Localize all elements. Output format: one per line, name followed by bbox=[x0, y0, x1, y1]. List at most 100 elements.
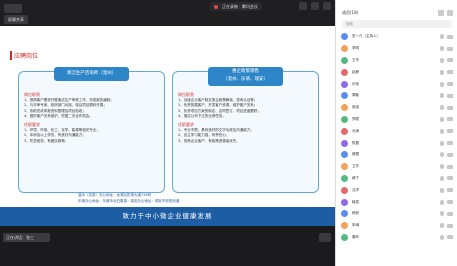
microphone-icon bbox=[440, 128, 444, 134]
panel-title: 清洁生产咨询师（温州） bbox=[54, 67, 129, 81]
participant-name: 冯涛 bbox=[352, 128, 359, 133]
participant-name: 陈晨 bbox=[352, 140, 359, 145]
speaker-indicator[interactable]: 正在讲话：张三 bbox=[3, 233, 50, 242]
avatar bbox=[341, 210, 348, 218]
participants-panel: 成员(18) 搜索 张一凡（主持人） 李明 王华 赵静 孙伟 周敏 吴强 郑丽 冯涛 陈晨 褚雪 卫东… bbox=[335, 0, 457, 266]
avatar bbox=[341, 198, 348, 206]
record-dot-icon bbox=[214, 4, 218, 9]
participant-row[interactable]: 吴强 bbox=[336, 102, 457, 114]
microphone-icon bbox=[440, 175, 444, 181]
microphone-icon bbox=[440, 34, 444, 40]
panel-title: 惠企政策销售 （温州、乐清、瑞安） bbox=[208, 67, 283, 86]
microphone-icon bbox=[440, 187, 444, 193]
participant-name: 沈洋 bbox=[352, 187, 359, 192]
camera-icon bbox=[447, 129, 453, 134]
microphone-icon bbox=[440, 234, 444, 240]
camera-icon bbox=[447, 223, 453, 228]
microphone-icon bbox=[440, 223, 444, 229]
avatar bbox=[341, 92, 348, 100]
participant-row[interactable]: 郑丽 bbox=[336, 114, 457, 126]
camera-icon bbox=[447, 176, 453, 181]
close-panel-icon[interactable] bbox=[447, 10, 453, 16]
participant-search-input[interactable]: 搜索 bbox=[342, 20, 452, 28]
avatar bbox=[341, 163, 348, 171]
back-icon[interactable] bbox=[4, 4, 22, 13]
avatar bbox=[341, 80, 348, 88]
avatar bbox=[341, 127, 348, 135]
camera-icon bbox=[447, 164, 453, 169]
avatar bbox=[341, 56, 348, 64]
window-controls bbox=[299, 2, 331, 10]
microphone-icon bbox=[440, 152, 444, 158]
panel-title-main: 惠企政策销售 bbox=[232, 69, 259, 74]
participant-row[interactable]: 赵静 bbox=[336, 66, 457, 78]
participant-row[interactable]: 蒋宁 bbox=[336, 173, 457, 185]
participant-row[interactable]: 冯涛 bbox=[336, 125, 457, 137]
address-line: 乐清办公地址：乐清市北白象镇 · 瑞安办公地址：瑞安市安阳街道 bbox=[78, 199, 180, 203]
participant-name: 吴强 bbox=[352, 105, 359, 110]
camera-icon bbox=[447, 46, 453, 51]
participant-row[interactable]: 朱琳 bbox=[336, 220, 457, 232]
participant-name: 朱琳 bbox=[352, 223, 359, 228]
microphone-icon bbox=[440, 116, 444, 122]
avatar bbox=[341, 233, 348, 241]
avatar bbox=[341, 115, 348, 123]
participant-name: 蒋宁 bbox=[352, 175, 359, 180]
camera-icon bbox=[447, 141, 453, 146]
shared-slide: 应聘岗位 清洁生产咨询师（温州） 岗位职责 1、按照客户需求开展清洁生产审核工作… bbox=[0, 26, 335, 226]
recording-indicator[interactable]: 正在录制 · 腾讯会议 bbox=[210, 2, 262, 11]
participant-name: 韩笑 bbox=[352, 199, 359, 204]
close-icon[interactable] bbox=[323, 2, 331, 10]
panel-body: 岗位职责 1、按照客户需求开展清洁生产审核工作，完成报告编制； 2、与评审专家、… bbox=[24, 90, 159, 144]
participant-row[interactable]: 周敏 bbox=[336, 90, 457, 102]
camera-icon bbox=[447, 58, 453, 63]
duty-item: 4、落实公司下达的业绩任务。 bbox=[178, 114, 226, 119]
recording-label: 正在录制 · 腾讯会议 bbox=[222, 4, 258, 9]
avatar bbox=[341, 186, 348, 194]
microphone-icon bbox=[440, 140, 444, 146]
participant-row[interactable]: 秦岭 bbox=[336, 232, 457, 244]
participant-row[interactable]: 王华 bbox=[336, 55, 457, 67]
participant-row[interactable]: 沈洋 bbox=[336, 184, 457, 196]
avatar bbox=[341, 151, 348, 159]
camera-icon bbox=[447, 82, 453, 87]
camera-icon bbox=[447, 93, 453, 98]
panel-body: 岗位职责 1、对接企业客户制定惠企政策解读，咨询认证等； 2、负责拓展客户、开发… bbox=[178, 90, 313, 144]
participant-row[interactable]: 张一凡（主持人） bbox=[336, 31, 457, 43]
microphone-icon bbox=[440, 105, 444, 111]
slogan-banner: 致力于中小微企业健康发展 bbox=[0, 207, 335, 226]
minimize-icon[interactable] bbox=[299, 2, 307, 10]
maximize-icon[interactable] bbox=[311, 2, 319, 10]
camera-icon bbox=[447, 200, 453, 205]
microphone-icon bbox=[440, 69, 444, 75]
requirement-item: 3、吃苦耐劳，有团队精神。 bbox=[24, 138, 69, 143]
participant-row[interactable]: 杨帆 bbox=[336, 208, 457, 220]
microphone-icon bbox=[440, 199, 444, 205]
microphone-icon bbox=[440, 57, 444, 63]
participant-name: 李明 bbox=[352, 46, 359, 51]
participant-name: 郑丽 bbox=[352, 116, 359, 121]
camera-icon bbox=[447, 70, 453, 75]
layout-icon[interactable] bbox=[319, 233, 331, 242]
microphone-icon bbox=[440, 93, 444, 99]
participant-name: 张一凡（主持人） bbox=[352, 34, 380, 39]
avatar bbox=[341, 104, 348, 112]
microphone-icon bbox=[440, 164, 444, 170]
avatar bbox=[341, 222, 348, 230]
participant-row[interactable]: 李明 bbox=[336, 43, 457, 55]
participant-row[interactable]: 褚雪 bbox=[336, 149, 457, 161]
participant-row[interactable]: 卫东 bbox=[336, 161, 457, 173]
popout-icon[interactable] bbox=[438, 10, 444, 16]
participant-row[interactable]: 孙伟 bbox=[336, 78, 457, 90]
participant-name: 秦岭 bbox=[352, 234, 359, 239]
top-toolbar: 屏幕共享 正在录制 · 腾讯会议 bbox=[0, 0, 335, 26]
camera-icon bbox=[447, 34, 453, 39]
participant-name: 杨帆 bbox=[352, 211, 359, 216]
participant-row[interactable]: 韩笑 bbox=[336, 196, 457, 208]
avatar bbox=[341, 68, 348, 76]
participant-row[interactable]: 陈晨 bbox=[336, 137, 457, 149]
slide-title: 应聘岗位 bbox=[10, 51, 38, 60]
panel-title-sub: （温州、乐清、瑞安） bbox=[223, 77, 268, 82]
avatar bbox=[341, 139, 348, 147]
participant-name: 褚雪 bbox=[352, 152, 359, 157]
